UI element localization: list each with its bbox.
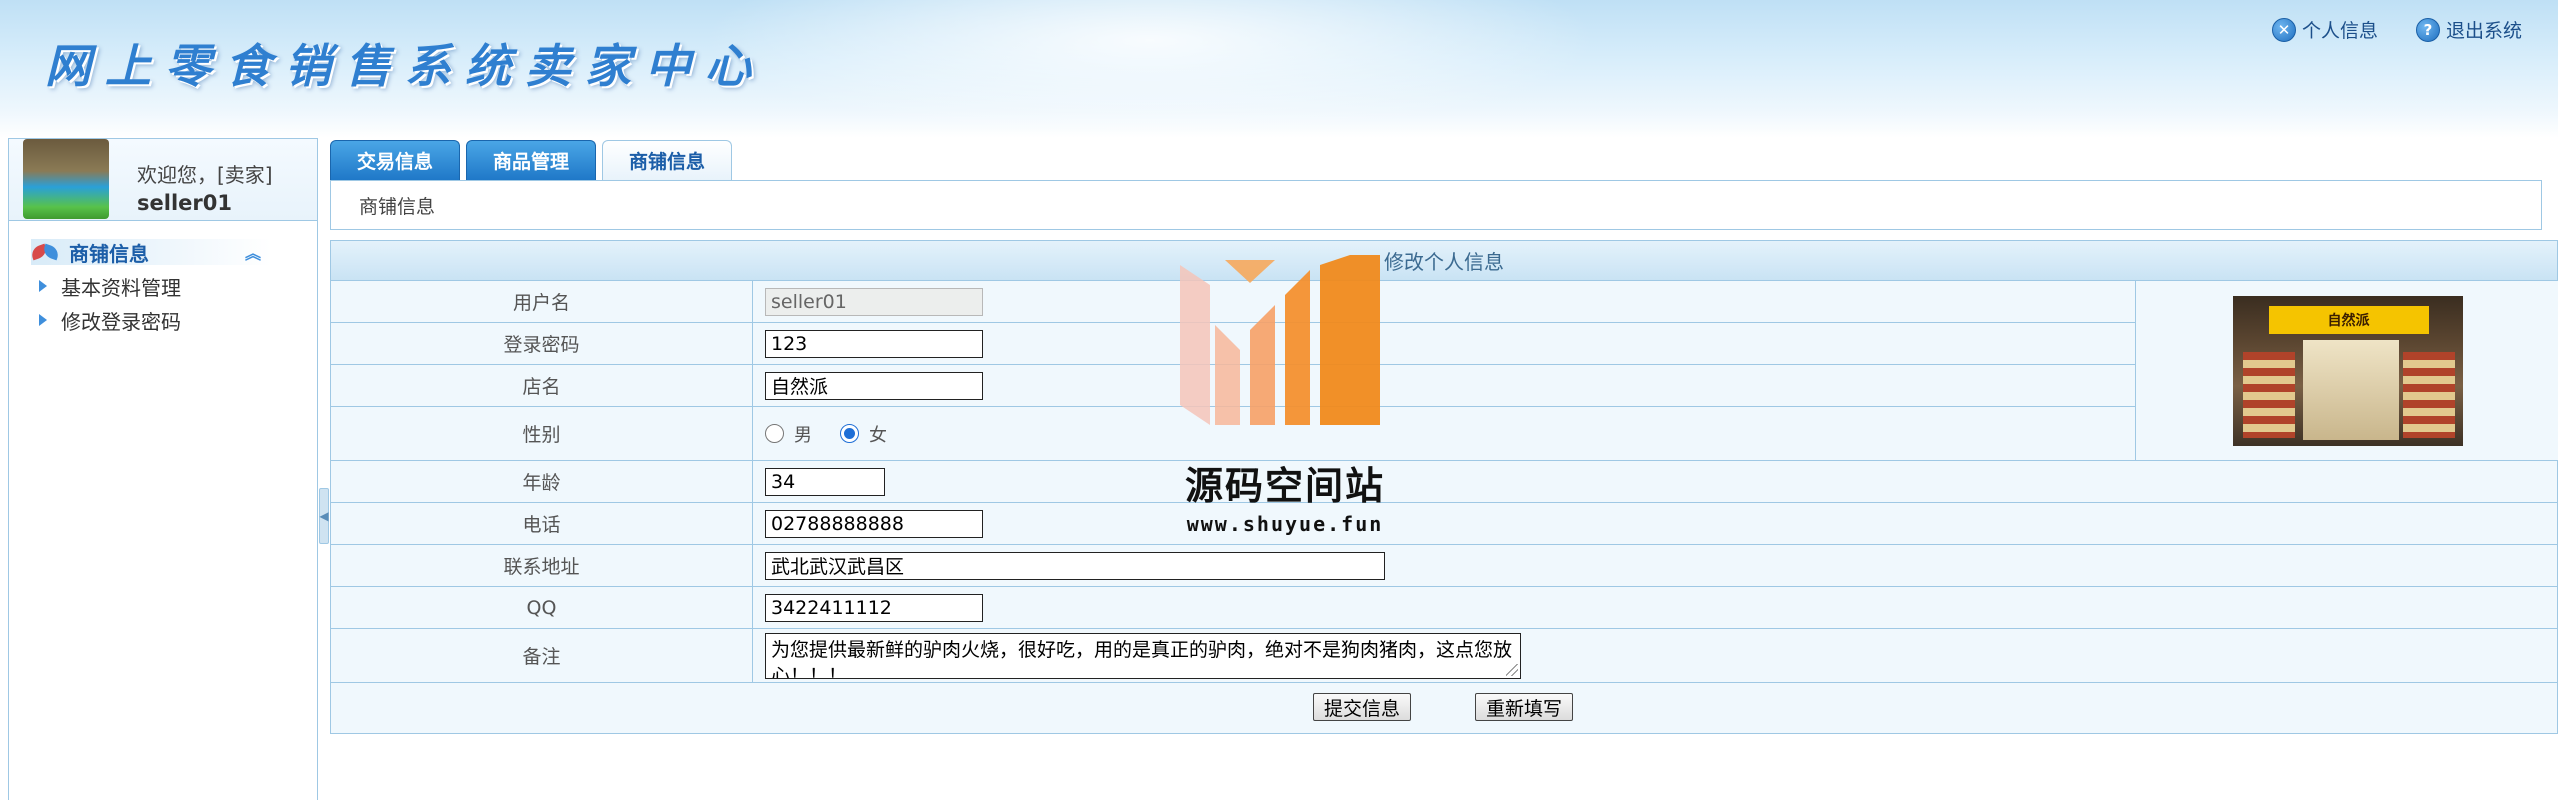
gender-female-label: 女 [869,424,887,446]
row-phone: 电话 [331,503,2558,545]
gender-female-radio[interactable] [840,424,859,443]
avatar [23,139,109,219]
submit-button[interactable]: 提交信息 [1313,693,1412,721]
row-username: 用户名 [331,281,2135,323]
profile-link-label: 个人信息 [2302,20,2379,42]
remark-field[interactable]: 为您提供最新鲜的驴肉火烧，很好吃，用的是真正的驴肉，绝对不是狗肉猪肉，这点您放心… [765,632,1521,679]
site-title: 网上零食销售系统卖家中心 [45,39,765,93]
tab-bar: 交易信息 商品管理 商铺信息 [330,140,733,181]
resize-grip-icon[interactable] [1506,663,1518,676]
shop-name-field[interactable] [765,371,983,400]
shop-door [2302,339,2399,440]
tab-products[interactable]: 商品管理 [466,140,597,180]
profile-link[interactable]: ✕ 个人信息 [2272,16,2378,43]
sidebar-toggle[interactable]: ◀ [319,488,329,544]
reset-button[interactable]: 重新填写 [1475,693,1574,721]
breadcrumb-text: 商铺信息 [359,195,436,218]
logout-link-label: 退出系统 [2446,20,2523,42]
header: 网上零食销售系统卖家中心 ✕ 个人信息 ? 退出系统 [0,0,2558,138]
username: seller01 [137,191,232,215]
row-actions: 提交信息 重新填写 [331,683,2558,735]
row-qq: QQ [331,587,2558,629]
gender-label: 性别 [331,407,753,460]
address-label: 联系地址 [331,545,753,586]
sidebar: 欢迎您，[卖家] seller01 商铺信息 ︽ 基本资料管理 修改登录密码 [8,138,318,800]
shop-sign: 自然派 [2268,305,2429,334]
remark-text: 为您提供最新鲜的驴肉火烧，很好吃，用的是真正的驴肉，绝对不是狗肉猪肉，这点您放心… [771,638,1513,679]
menu-head[interactable]: 商铺信息 ︽ [31,239,271,266]
help-icon: ? [2416,17,2440,42]
sidebar-item-label: 基本资料管理 [61,275,181,300]
form-title: 修改个人信息 [331,241,2557,281]
chevron-left-icon: ◀ [319,509,329,523]
sidebar-item-label: 修改登录密码 [61,309,181,334]
gender-male-radio[interactable] [765,424,784,443]
row-address: 联系地址 [331,545,2558,587]
age-field[interactable] [765,467,885,496]
logout-link[interactable]: ? 退出系统 [2416,16,2522,43]
header-glow [700,0,1600,138]
gender-male-label: 男 [794,424,812,446]
menu-head-label: 商铺信息 [69,241,149,266]
phone-field[interactable] [765,509,983,538]
shop-photo-cell: 自然派 [2135,281,2558,461]
age-label: 年龄 [331,461,753,502]
tab-transactions[interactable]: 交易信息 [330,140,461,180]
shop-photo: 自然派 [2232,295,2463,446]
phone-label: 电话 [331,503,753,544]
shop-name-label: 店名 [331,365,753,406]
profile-icon: ✕ [2272,17,2296,42]
password-label: 登录密码 [331,323,753,364]
profile-form: 修改个人信息 用户名 登录密码 店名 性别 男 女 自然派 年龄 [330,240,2558,734]
address-field[interactable] [765,551,1385,580]
shelf-right [2402,351,2455,438]
qq-field[interactable] [765,593,983,622]
row-password: 登录密码 [331,323,2135,365]
user-box: 欢迎您，[卖家] seller01 [9,139,317,221]
qq-label: QQ [331,587,753,628]
sidebar-item-profile[interactable]: 基本资料管理 [39,273,317,300]
welcome-text: 欢迎您，[卖家] [137,163,273,187]
username-field [765,287,983,316]
sidebar-item-password[interactable]: 修改登录密码 [39,307,317,334]
leaf-icon [31,244,61,260]
breadcrumb: 商铺信息 [330,180,2542,230]
password-field[interactable] [765,329,983,358]
row-age: 年龄 [331,461,2558,503]
gender-options: 男 女 [765,421,887,447]
username-label: 用户名 [331,281,753,322]
remark-label: 备注 [331,629,753,682]
row-gender: 性别 男 女 [331,407,2135,461]
tab-shop-info[interactable]: 商铺信息 [602,140,733,181]
triangle-right-icon [39,280,47,292]
row-remark: 备注 为您提供最新鲜的驴肉火烧，很好吃，用的是真正的驴肉，绝对不是狗肉猪肉，这点… [331,629,2558,683]
row-shop-name: 店名 [331,365,2135,407]
chevron-up-icon[interactable]: ︽ [245,240,261,264]
triangle-right-icon [39,314,47,326]
shelf-left [2242,351,2295,438]
